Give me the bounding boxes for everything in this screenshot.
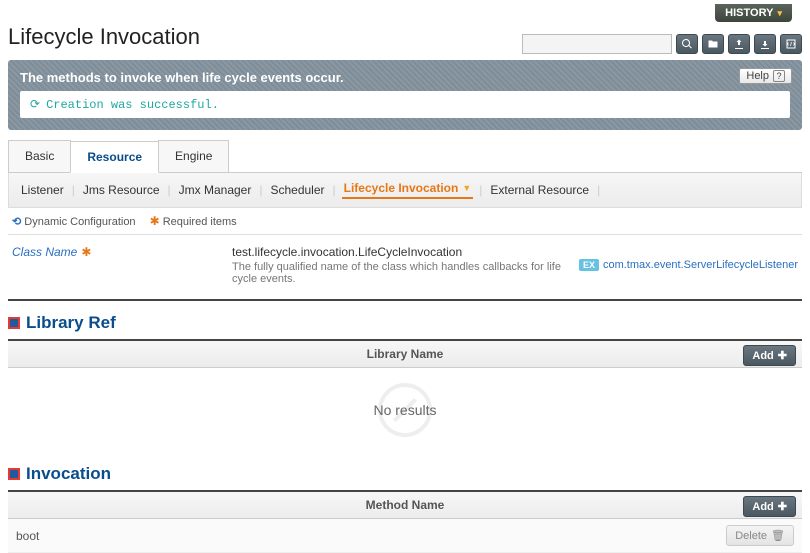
search-button[interactable] bbox=[676, 34, 698, 54]
search-icon bbox=[681, 38, 693, 50]
xml-down-button[interactable] bbox=[754, 34, 776, 54]
legend: ⟲ Dynamic Configuration ✱ Required items bbox=[8, 208, 802, 235]
subtab-scheduler[interactable]: Scheduler bbox=[268, 183, 326, 197]
tab-resource[interactable]: Resource bbox=[70, 141, 159, 173]
example-text: com.tmax.event.ServerLifecycleListener bbox=[603, 259, 798, 271]
tab-basic[interactable]: Basic bbox=[8, 140, 71, 172]
invocation-title: Invocation bbox=[26, 464, 111, 484]
xml-up-button[interactable] bbox=[728, 34, 750, 54]
class-name-row: Class Name ✱ test.lifecycle.invocation.L… bbox=[8, 235, 802, 301]
plus-icon: ✚ bbox=[778, 500, 787, 513]
library-table-header: Library Name Add ✚ bbox=[8, 341, 802, 368]
status-box: ⟳ Creation was successful. bbox=[20, 91, 790, 118]
history-button[interactable]: HISTORY ▾ bbox=[715, 4, 792, 22]
dynamic-config-label: Dynamic Configuration bbox=[24, 216, 135, 228]
secondary-tabs: Listener| Jms Resource| Jmx Manager| Sch… bbox=[8, 173, 802, 208]
subtab-jms-resource[interactable]: Jms Resource bbox=[81, 183, 162, 197]
primary-tabs: Basic Resource Engine bbox=[8, 140, 802, 173]
xml-icon bbox=[785, 38, 797, 50]
library-no-results: No results bbox=[8, 368, 802, 452]
class-name-value: test.lifecycle.invocation.LifeCycleInvoc… bbox=[232, 245, 579, 259]
example-badge: EX bbox=[579, 259, 599, 271]
library-ref-title: Library Ref bbox=[26, 313, 116, 333]
class-name-example: EX com.tmax.event.ServerLifecycleListene… bbox=[579, 245, 798, 285]
class-name-label: Class Name ✱ bbox=[12, 245, 232, 285]
help-button[interactable]: Help ? bbox=[739, 68, 792, 84]
status-message: Creation was successful. bbox=[46, 98, 219, 112]
required-marker-icon: ✱ bbox=[81, 245, 91, 259]
xml-button[interactable] bbox=[780, 34, 802, 54]
library-name-column: Library Name bbox=[367, 347, 444, 361]
panel-description: The methods to invoke when life cycle ev… bbox=[20, 70, 790, 85]
xml-upload-icon bbox=[733, 38, 745, 50]
xml-download-icon bbox=[759, 38, 771, 50]
dropdown-icon: ▼ bbox=[462, 183, 471, 193]
plus-icon: ✚ bbox=[778, 349, 787, 362]
delete-button[interactable]: Delete 🗑 bbox=[726, 525, 794, 546]
invocation-header: Invocation bbox=[8, 452, 802, 492]
required-icon: ✱ bbox=[150, 214, 160, 228]
help-icon: ? bbox=[773, 70, 785, 82]
help-label: Help bbox=[746, 70, 769, 82]
subtab-lifecycle-invocation[interactable]: Lifecycle Invocation ▼ bbox=[342, 181, 474, 199]
subtab-external-resource[interactable]: External Resource bbox=[488, 183, 591, 197]
info-panel: The methods to invoke when life cycle ev… bbox=[8, 60, 802, 130]
history-label: HISTORY bbox=[725, 7, 773, 19]
export-button-1[interactable] bbox=[702, 34, 724, 54]
search-input[interactable] bbox=[522, 34, 672, 54]
library-ref-header: Library Ref bbox=[8, 301, 802, 341]
subtab-jmx-manager[interactable]: Jmx Manager bbox=[177, 183, 254, 197]
invocation-add-button[interactable]: Add ✚ bbox=[743, 496, 796, 517]
method-name-column: Method Name bbox=[366, 498, 445, 512]
chevron-down-icon: ▾ bbox=[777, 8, 782, 19]
table-row[interactable]: boot Delete 🗑 bbox=[8, 519, 802, 553]
section-icon bbox=[8, 468, 20, 480]
method-name-cell: boot bbox=[16, 529, 726, 543]
subtab-listener[interactable]: Listener bbox=[19, 183, 66, 197]
class-name-hint: The fully qualified name of the class wh… bbox=[232, 261, 579, 285]
refresh-icon: ⟳ bbox=[30, 97, 40, 112]
folder-export-icon bbox=[707, 38, 719, 50]
dynamic-config-icon: ⟲ bbox=[12, 216, 21, 228]
tab-engine[interactable]: Engine bbox=[158, 140, 229, 172]
required-label: Required items bbox=[163, 216, 237, 228]
library-add-button[interactable]: Add ✚ bbox=[743, 345, 796, 366]
section-icon bbox=[8, 317, 20, 329]
trash-icon: 🗑 bbox=[771, 529, 785, 542]
invocation-table-header: Method Name Add ✚ bbox=[8, 492, 802, 519]
